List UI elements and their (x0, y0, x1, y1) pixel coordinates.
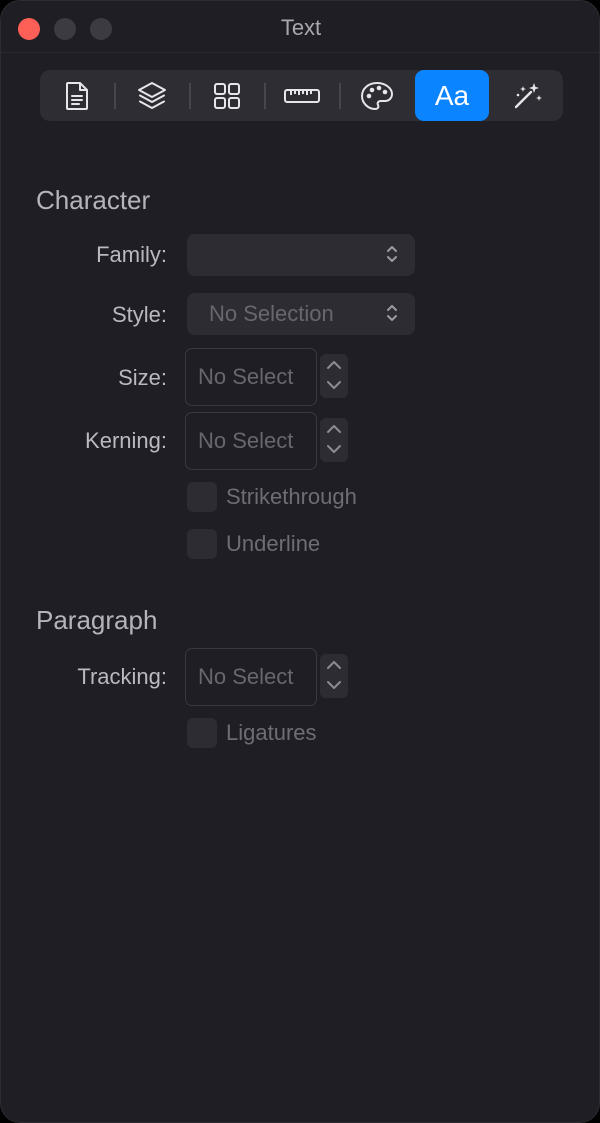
text-tab[interactable]: Aa (415, 70, 489, 121)
chevron-up-icon (327, 361, 341, 369)
ruler-icon (284, 88, 320, 103)
inspector-window: Text Aa Character Family: Style: No Sele… (0, 0, 600, 1123)
chevron-up-icon (327, 425, 341, 433)
chevron-up-down-icon (387, 305, 397, 321)
title-bar: Text (1, 1, 599, 53)
style-label: Style: (111, 302, 167, 327)
layers-icon (138, 81, 166, 109)
character-section-title: Character (36, 185, 151, 215)
kerning-label: Kerning: (85, 428, 167, 453)
chevron-up-icon (327, 661, 341, 669)
window-title: Text (280, 15, 322, 40)
style-popup[interactable]: No Selection (187, 293, 415, 335)
text-icon: Aa (434, 79, 470, 111)
chevron-down-icon (327, 381, 341, 389)
document-tab[interactable] (40, 70, 114, 121)
color-tab[interactable] (340, 70, 414, 121)
tracking-field[interactable]: No Select (185, 648, 317, 706)
magic-wand-icon (514, 82, 542, 108)
inspector-toolbar: Aa (40, 70, 563, 121)
ligatures-checkbox[interactable] (187, 718, 217, 748)
kerning-field[interactable]: No Select (185, 412, 317, 470)
ligatures-label[interactable]: Ligatures (226, 720, 317, 746)
ruler-tab[interactable] (265, 70, 339, 121)
family-popup[interactable] (187, 234, 415, 276)
document-icon (66, 81, 88, 110)
tracking-label: Tracking: (77, 664, 167, 689)
palette-icon (361, 81, 393, 110)
underline-label[interactable]: Underline (226, 531, 320, 557)
paragraph-section-title: Paragraph (36, 605, 158, 635)
size-label: Size: (118, 365, 167, 390)
layers-tab[interactable] (115, 70, 189, 121)
underline-checkbox[interactable] (187, 529, 217, 559)
family-label: Family: (96, 242, 167, 267)
strikethrough-label[interactable]: Strikethrough (226, 484, 357, 510)
kerning-stepper[interactable] (320, 418, 348, 462)
style-value: No Selection (209, 301, 334, 326)
tracking-stepper[interactable] (320, 654, 348, 698)
effects-tab[interactable] (490, 70, 564, 121)
strikethrough-checkbox[interactable] (187, 482, 217, 512)
grid-tab[interactable] (190, 70, 264, 121)
size-stepper[interactable] (320, 354, 348, 398)
grid-icon (214, 82, 240, 109)
chevron-down-icon (327, 681, 341, 689)
chevron-down-icon (327, 445, 341, 453)
chevron-up-down-icon (387, 246, 397, 262)
size-field[interactable]: No Select (185, 348, 317, 406)
